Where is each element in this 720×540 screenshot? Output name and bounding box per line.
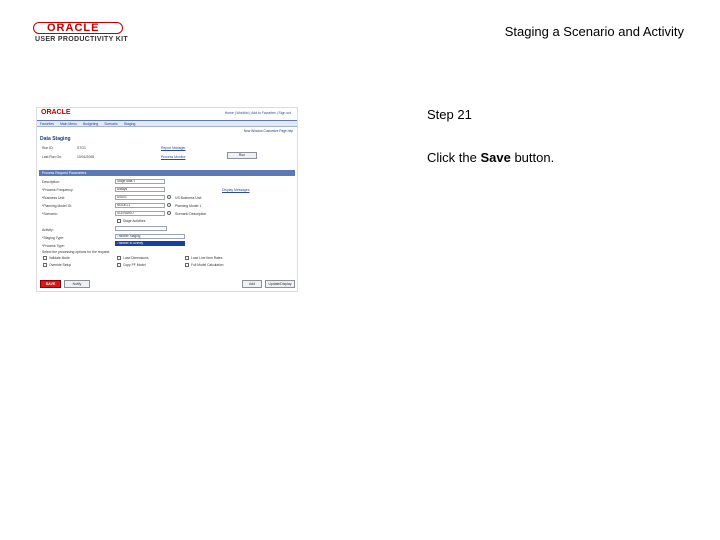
planning-model-desc: Planning Model 1 — [175, 204, 202, 208]
menu-item[interactable]: Main Menu — [60, 122, 77, 126]
last-run-value: 10/01/2008 — [77, 155, 94, 159]
run-id-value: STG1 — [77, 146, 86, 150]
option-label: Validate Mode — [49, 256, 70, 260]
process-type-select[interactable]: Transfer to Activity — [115, 241, 185, 246]
option-checkbox[interactable] — [117, 256, 121, 260]
field-label: *Process Frequency: — [42, 188, 74, 192]
app-brand: ORACLE — [41, 109, 71, 116]
app-menubar: Favorites Main Menu Budgeting Scenario S… — [37, 120, 297, 127]
option-label: Full Model Calculation — [191, 263, 224, 267]
application-screenshot: ORACLE Home | Worklist | Add to Favorite… — [36, 107, 298, 292]
instruction-target: Save — [480, 150, 511, 165]
logo-brand: ORACLE — [47, 22, 100, 34]
activity-label: Activity: — [42, 228, 54, 232]
menu-item[interactable]: Staging — [124, 122, 136, 126]
lookup-icon[interactable] — [167, 211, 171, 215]
field-label: *Business Unit: — [42, 196, 65, 200]
planning-model-input[interactable]: MODEL1 — [115, 203, 165, 208]
option-label: Override Setup — [49, 263, 72, 267]
display-messages-link[interactable]: Display Messages — [222, 188, 250, 192]
notify-button[interactable]: Notify — [64, 280, 90, 288]
process-frequency-select[interactable]: Always — [115, 187, 165, 192]
option-checkbox[interactable] — [117, 263, 121, 267]
menu-item[interactable]: Scenario — [104, 122, 117, 126]
stage-activities-checkbox[interactable] — [117, 219, 121, 223]
section-header: Process Request Parameters — [39, 170, 295, 176]
lookup-icon[interactable] — [167, 195, 171, 199]
step-instruction: Click the Save button. — [427, 150, 554, 165]
report-manager-link[interactable]: Report Manager — [161, 146, 186, 150]
scenario-input[interactable]: SCENARIO — [115, 211, 165, 216]
staging-type-select[interactable]: Transfer Staging — [115, 234, 185, 239]
activity-input[interactable] — [115, 226, 167, 231]
process-type-label: *Process Type: — [42, 244, 65, 248]
stage-activities-label: Stage Activities — [123, 219, 146, 223]
menu-item[interactable]: Favorites — [40, 122, 54, 126]
staging-type-label: *Staging Type: — [42, 236, 64, 240]
run-id-label: Run ID: — [42, 146, 54, 150]
field-label: Description: — [42, 180, 60, 184]
scenario-desc: Scenario Description — [175, 212, 207, 216]
option-checkbox[interactable] — [43, 263, 47, 267]
field-label: *Scenario: — [42, 212, 58, 216]
option-label: Load Dimensions — [123, 256, 149, 260]
instruction-text-end: button. — [510, 150, 555, 165]
lookup-icon[interactable] — [167, 203, 171, 207]
section-title: Process Request Parameters — [42, 171, 87, 175]
step-label: Step 21 — [427, 107, 472, 122]
update-display-button[interactable]: Update/Display — [265, 280, 295, 288]
option-label: Copy PF Model — [123, 263, 146, 267]
menu-item[interactable]: Budgeting — [83, 122, 98, 126]
utility-links[interactable]: New Window Customize Page http — [244, 129, 293, 133]
add-button[interactable]: Add — [242, 280, 262, 288]
oracle-upk-logo: ORACLE USER PRODUCTIVITY KIT — [33, 22, 128, 46]
options-note: Select the processing options for the re… — [42, 250, 111, 254]
field-label: *Planning Model ID: — [42, 204, 72, 208]
page-title: Data Staging — [40, 136, 71, 142]
app-header: ORACLE Home | Worklist | Add to Favorite… — [37, 108, 297, 118]
last-run-label: Last Run On: — [42, 155, 62, 159]
option-label: Load Line Item Rates — [191, 256, 223, 260]
business-unit-input[interactable]: US001 — [115, 195, 165, 200]
header-links[interactable]: Home | Worklist | Add to Favorites | Sig… — [225, 111, 291, 115]
description-input[interactable]: Stage data 1 — [115, 179, 165, 184]
process-monitor-link[interactable]: Process Monitor — [161, 155, 186, 159]
business-unit-desc: US Business Unit — [175, 196, 202, 200]
tutorial-slide: ORACLE USER PRODUCTIVITY KIT Staging a S… — [0, 0, 720, 540]
instruction-text: Click the — [427, 150, 481, 165]
slide-title: Staging a Scenario and Activity — [504, 24, 684, 39]
option-checkbox[interactable] — [185, 256, 189, 260]
run-button[interactable]: Run — [227, 152, 257, 159]
logo-product: USER PRODUCTIVITY KIT — [35, 36, 128, 43]
save-button[interactable]: SAVE — [40, 280, 61, 288]
option-checkbox[interactable] — [43, 256, 47, 260]
option-checkbox[interactable] — [185, 263, 189, 267]
